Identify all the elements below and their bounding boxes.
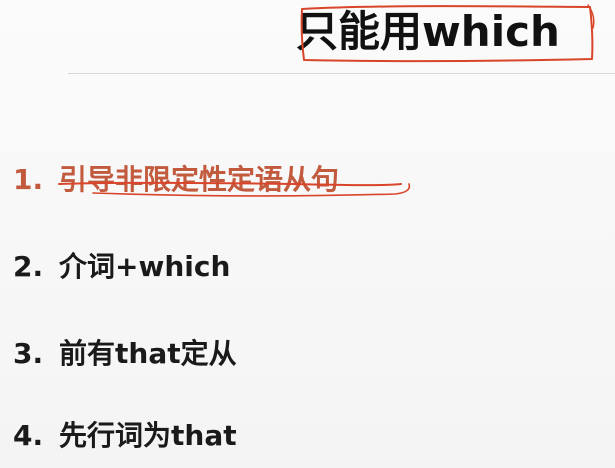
list-item: 3. 前有that定从 bbox=[13, 334, 237, 374]
list-item-text: 前有that定从 bbox=[59, 337, 237, 370]
list-item: 1. 引导非限定性定语从句 bbox=[13, 160, 411, 200]
title-area: 只能用which bbox=[296, 2, 596, 64]
list-item-text: 介词+which bbox=[59, 250, 231, 283]
list-item-text: 引导非限定性定语从句 bbox=[59, 163, 340, 196]
list-item-number: 1. bbox=[13, 163, 44, 196]
list-item: 2. 介词+which bbox=[13, 247, 230, 287]
list-item-number: 3. bbox=[13, 337, 44, 370]
list-item-number: 4. bbox=[13, 419, 44, 452]
title-divider bbox=[68, 73, 615, 74]
list-item-text: 先行词为that bbox=[59, 419, 237, 452]
list-item-number: 2. bbox=[13, 250, 44, 283]
slide: 只能用which 1. 引导非限定性定语从句 2. 介词+which 3. 前有tha… bbox=[0, 0, 615, 468]
list-item: 4. 先行词为that bbox=[13, 416, 237, 456]
slide-title: 只能用which bbox=[296, 7, 560, 56]
